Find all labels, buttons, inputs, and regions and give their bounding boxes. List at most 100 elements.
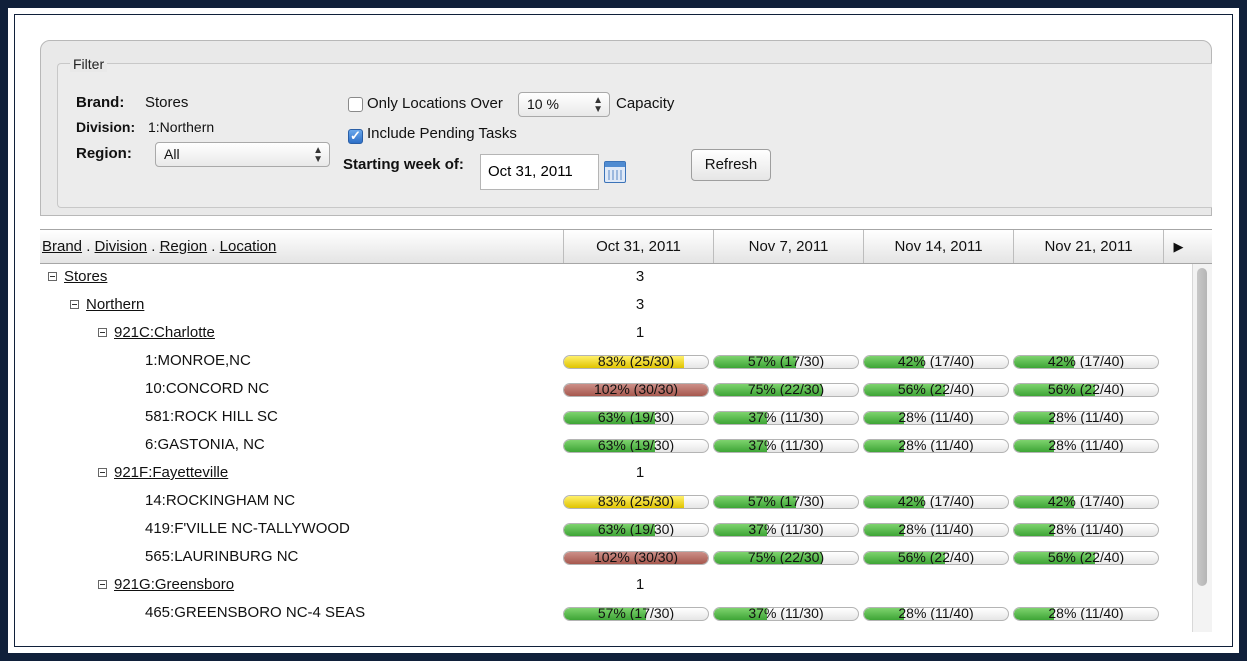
- capacity-bar-label: 28% (11/40): [898, 607, 974, 621]
- capacity-bar: 42% (17/40): [863, 495, 1009, 509]
- filter-fieldset: [57, 63, 1212, 208]
- collapse-icon[interactable]: [70, 300, 79, 309]
- location-label: 6:GASTONIA, NC: [145, 436, 265, 453]
- capacity-bar-label: 28% (11/40): [1048, 607, 1124, 621]
- header-region-link[interactable]: Region: [160, 238, 208, 255]
- location-row: 465:GREENSBORO NC-4 SEAS 57% (17/30) 37% (…: [40, 600, 1190, 628]
- capacity-bar-label: 42% (17/40): [1047, 355, 1125, 369]
- brand-value: Stores: [145, 94, 189, 111]
- header-location-link[interactable]: Location: [220, 238, 277, 255]
- only-locations-checkbox[interactable]: [348, 97, 363, 112]
- column-header-hierarchy: Brand . Division . Region . Location: [40, 230, 563, 263]
- location-row: 565:LAURINBURG NC 102% (30/30) 75% (22/30)…: [40, 544, 1190, 572]
- capacity-bar: 28% (11/40): [1013, 439, 1159, 453]
- capacity-bar: 75% (22/30): [713, 551, 859, 565]
- capacity-bar: 28% (11/40): [863, 523, 1009, 537]
- capacity-bar-label: 28% (11/40): [898, 439, 974, 453]
- capacity-bar-label: 28% (11/40): [1048, 439, 1124, 453]
- include-pending-label: Include Pending Tasks: [367, 125, 517, 142]
- collapse-icon[interactable]: [98, 328, 107, 337]
- capacity-bar: 37% (11/30): [713, 411, 859, 425]
- location-label: 10:CONCORD NC: [145, 380, 270, 397]
- location-label: 565:LAURINBURG NC: [145, 548, 299, 565]
- tree-node-row: 921C:Charlotte 1: [40, 320, 1190, 348]
- capacity-bar-label: 63% (19/30): [597, 523, 675, 537]
- division-label: Division:: [76, 119, 136, 135]
- tree-node-link[interactable]: 921F:Fayetteville: [114, 464, 228, 481]
- capacity-bar: 57% (17/30): [713, 355, 859, 369]
- location-label: 419:F'VILLE NC-TALLYWOOD: [145, 520, 350, 537]
- capacity-bar-label: 37% (11/30): [748, 607, 824, 621]
- capacity-bar: 28% (11/40): [863, 439, 1009, 453]
- capacity-bar: 75% (22/30): [713, 383, 859, 397]
- location-label: 465:GREENSBORO NC-4 SEAS: [145, 604, 366, 621]
- capacity-bar-label: 75% (22/30): [747, 383, 825, 397]
- capacity-select[interactable]: 10 % ▲ ▼: [518, 92, 610, 117]
- header-brand-link[interactable]: Brand: [42, 238, 82, 255]
- column-header-week-4[interactable]: Nov 21, 2011: [1013, 230, 1163, 263]
- capacity-bar-label: 56% (22/40): [1047, 551, 1125, 565]
- column-header-week-1[interactable]: Oct 31, 2011: [563, 230, 713, 263]
- capacity-bar: 37% (11/30): [713, 439, 859, 453]
- capacity-label: Capacity: [616, 95, 675, 112]
- collapse-icon[interactable]: [48, 272, 57, 281]
- scrollbar-thumb[interactable]: [1197, 268, 1207, 586]
- region-select[interactable]: All ▲ ▼: [155, 142, 330, 167]
- capacity-bar-label: 28% (11/40): [898, 411, 974, 425]
- capacity-bar: 83% (25/30): [563, 355, 709, 369]
- capacity-bar: 83% (25/30): [563, 495, 709, 509]
- collapse-icon[interactable]: [98, 468, 107, 477]
- capacity-bar: 28% (11/40): [1013, 523, 1159, 537]
- column-header-week-3[interactable]: Nov 14, 2011: [863, 230, 1013, 263]
- location-label: 581:ROCK HILL SC: [145, 408, 278, 425]
- location-row: 6:GASTONIA, NC 63% (19/30) 37% (11/30) 28% …: [40, 432, 1190, 460]
- play-right-icon[interactable]: ▶: [1163, 230, 1193, 263]
- capacity-bar-label: 37% (11/30): [748, 523, 824, 537]
- capacity-bar: 28% (11/40): [863, 607, 1009, 621]
- column-header-week-2[interactable]: Nov 7, 2011: [713, 230, 863, 263]
- collapse-icon[interactable]: [98, 580, 107, 589]
- capacity-bar-label: 56% (22/40): [897, 383, 975, 397]
- tree-node-link[interactable]: Northern: [86, 296, 144, 313]
- division-value: 1:Northern: [148, 119, 215, 135]
- header-separator: .: [147, 238, 160, 255]
- location-row: 581:ROCK HILL SC 63% (19/30) 37% (11/30) 28…: [40, 404, 1190, 432]
- region-select-value: All: [164, 146, 180, 162]
- capacity-bar-label: 75% (22/30): [747, 551, 825, 565]
- task-count: 1: [635, 576, 645, 593]
- location-label: 14:ROCKINGHAM NC: [145, 492, 296, 509]
- capacity-bar: 102% (30/30): [563, 383, 709, 397]
- capacity-bar-label: 83% (25/30): [597, 495, 675, 509]
- capacity-bar-label: 42% (17/40): [1047, 495, 1125, 509]
- capacity-bar-label: 102% (30/30): [593, 551, 679, 565]
- header-separator: .: [207, 238, 220, 255]
- capacity-bar: 102% (30/30): [563, 551, 709, 565]
- tree-node-link[interactable]: 921C:Charlotte: [114, 324, 215, 341]
- capacity-bar-label: 28% (11/40): [1048, 411, 1124, 425]
- capacity-bar-label: 28% (11/40): [1048, 523, 1124, 537]
- location-row: 1:MONROE,NC 83% (25/30) 57% (17/30) 42% (17…: [40, 348, 1190, 376]
- filter-panel: [40, 40, 1212, 216]
- tree-node-link[interactable]: Stores: [64, 268, 107, 285]
- refresh-button[interactable]: Refresh: [691, 149, 771, 181]
- capacity-bar-label: 56% (22/40): [1047, 383, 1125, 397]
- capacity-bar-label: 28% (11/40): [898, 523, 974, 537]
- task-count: 1: [635, 324, 645, 341]
- capacity-bar: 56% (22/40): [863, 551, 1009, 565]
- tree-node-row: 921G:Greensboro 1: [40, 572, 1190, 600]
- tree-node-link[interactable]: 921G:Greensboro: [114, 576, 234, 593]
- capacity-bar: 42% (17/40): [1013, 495, 1159, 509]
- capacity-bar: 28% (11/40): [1013, 411, 1159, 425]
- calendar-icon[interactable]: [604, 161, 626, 183]
- capacity-bar-label: 57% (17/30): [747, 495, 825, 509]
- capacity-bar: 37% (11/30): [713, 607, 859, 621]
- header-division-link[interactable]: Division: [95, 238, 148, 255]
- task-count: 3: [635, 296, 645, 313]
- include-pending-checkbox[interactable]: [348, 128, 363, 144]
- capacity-bar: 57% (17/30): [563, 607, 709, 621]
- capacity-bar-label: 57% (17/30): [747, 355, 825, 369]
- location-row: 419:F'VILLE NC-TALLYWOOD 63% (19/30) 37% (…: [40, 516, 1190, 544]
- capacity-bar-label: 37% (11/30): [748, 411, 824, 425]
- starting-week-input[interactable]: Oct 31, 2011: [480, 154, 599, 190]
- capacity-bar: 37% (11/30): [713, 523, 859, 537]
